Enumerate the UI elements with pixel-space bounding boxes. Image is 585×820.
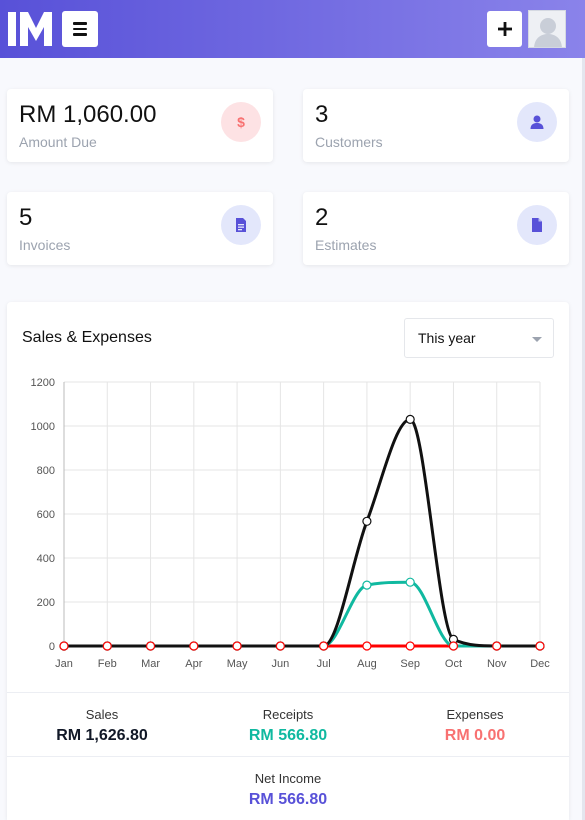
expenses-point — [405, 641, 415, 651]
invoices-card[interactable]: 5 Invoices — [7, 192, 273, 265]
document-icon — [532, 218, 542, 232]
expenses-point — [59, 641, 69, 651]
x-tick-label: Jun — [271, 658, 289, 670]
receipts-point — [405, 577, 415, 587]
x-tick-label: Oct — [445, 658, 462, 670]
x-tick-label: Jan — [55, 658, 73, 670]
invoices-value: 5 — [19, 204, 33, 231]
expenses-point — [319, 641, 329, 651]
expenses-point — [189, 641, 199, 651]
receipts-value: RM 566.80 — [248, 727, 328, 744]
sales-expenses-card: Sales & Expenses This year 0 200 400 600 800… — [7, 302, 569, 820]
receipts-series-line — [63, 580, 540, 648]
net-income-value: RM 566.80 — [248, 791, 328, 808]
x-tick-label: May — [227, 658, 248, 670]
menu-button[interactable] — [62, 11, 98, 47]
top-navbar — [0, 0, 585, 58]
y-tick-label: 0 — [49, 641, 55, 653]
y-tick-label: 1200 — [31, 377, 55, 389]
expenses-point — [102, 641, 112, 651]
customers-label: Customers — [315, 134, 383, 150]
invoices-label: Invoices — [19, 237, 71, 253]
x-tick-label: Sep — [400, 658, 420, 670]
expenses-point — [362, 641, 372, 651]
estimates-value: 2 — [315, 204, 329, 231]
sales-point — [405, 414, 415, 425]
amount-due-label: Amount Due — [19, 134, 97, 150]
plus-icon — [497, 22, 512, 36]
amount-due-card[interactable]: RM 1,060.00 Amount Due $ — [7, 89, 273, 162]
expenses-point — [145, 641, 156, 651]
expenses-point — [232, 641, 242, 651]
estimates-label: Estimates — [315, 237, 377, 253]
user-avatar-icon — [529, 11, 565, 47]
y-tick-label: 1000 — [31, 421, 55, 433]
x-tick-label: Feb — [98, 658, 117, 670]
expenses-value: RM 0.00 — [444, 727, 506, 744]
sales-point — [362, 516, 372, 526]
expenses-point — [492, 641, 502, 651]
expenses-point — [448, 641, 459, 651]
expenses-point — [275, 641, 285, 651]
x-tick-label: Nov — [487, 658, 507, 670]
hamburger-icon — [73, 22, 87, 25]
summary-sales: Sales RM 1,626.80 — [27, 707, 177, 745]
estimates-card[interactable]: 2 Estimates — [303, 192, 569, 265]
amount-due-value: RM 1,060.00 — [19, 101, 157, 128]
customers-card[interactable]: 3 Customers — [303, 89, 569, 162]
add-button[interactable] — [487, 11, 522, 47]
x-tick-label: Jul — [317, 658, 331, 670]
x-tick-label: Dec — [530, 658, 550, 670]
summary-receipts: Receipts RM 566.80 — [213, 707, 363, 745]
sales-expenses-chart: 0 200 400 600 800 1000 1200 Jan Feb Mar Apr May Jun J… — [31, 377, 551, 670]
customers-value: 3 — [315, 101, 329, 128]
expenses-point — [535, 641, 545, 651]
x-tick-label: Apr — [185, 658, 202, 670]
summary-net-income: Net Income RM 566.80 — [213, 771, 363, 809]
y-tick-label: 600 — [37, 509, 55, 521]
sales-value: RM 1,626.80 — [56, 727, 148, 744]
net-income-label: Net Income — [254, 771, 322, 786]
receipts-label: Receipts — [262, 707, 314, 722]
y-tick-label: 800 — [37, 465, 55, 477]
y-tick-label: 200 — [37, 597, 55, 609]
user-icon — [530, 115, 544, 129]
user-avatar[interactable] — [528, 10, 566, 48]
invoice-icon — [236, 218, 246, 232]
app-logo[interactable] — [7, 11, 53, 47]
svg-text:$: $ — [237, 114, 245, 130]
summary-expenses: Expenses RM 0.00 — [400, 707, 550, 745]
expenses-label: Expenses — [446, 707, 504, 722]
x-tick-label: Mar — [141, 658, 160, 670]
receipts-point — [362, 580, 372, 590]
dollar-icon: $ — [237, 114, 245, 130]
x-tick-label: Aug — [357, 658, 377, 670]
y-tick-label: 400 — [37, 553, 55, 565]
sales-label: Sales — [85, 707, 119, 722]
sales-series-line — [63, 417, 540, 648]
